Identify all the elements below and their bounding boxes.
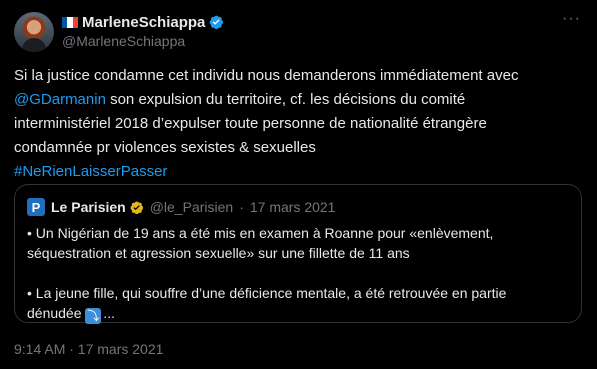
quoted-tweet-header: P Le Parisien @le_Parisien · 17 mars 202… xyxy=(27,197,335,217)
hashtag-link[interactable]: #NeRienLaisserPasser xyxy=(14,163,167,180)
more-dots-icon[interactable]: ··· xyxy=(562,10,581,28)
author-name[interactable]: MarleneSchiappa xyxy=(82,14,205,31)
tweet-line: Si la justice condamne cet individu nous… xyxy=(14,67,519,84)
meta-separator: · xyxy=(239,199,244,215)
quoted-author-handle[interactable]: @le_Parisien xyxy=(150,199,233,215)
arrow-down-emoji-icon: ⤵ xyxy=(85,308,102,324)
author-handle[interactable]: @MarleneSchiappa xyxy=(62,33,224,49)
france-flag-icon xyxy=(62,16,78,28)
quoted-tweet-text: • Un Nigérian de 19 ans a été mis en exa… xyxy=(27,223,567,324)
quoted-line: séquestration et agression sexuelle» sur… xyxy=(27,245,410,261)
ellipsis: ... xyxy=(103,305,116,321)
verified-badge-icon xyxy=(210,15,224,30)
gold-verified-badge-icon xyxy=(130,200,143,214)
tweet-header: MarleneSchiappa @MarleneSchiappa xyxy=(62,12,224,49)
tweet-line: condamnée pr violences sexistes & sexuel… xyxy=(14,139,316,156)
le-parisien-logo-avatar[interactable]: P xyxy=(27,198,45,216)
tweet-line: son expulsion du territoire, cf. les déc… xyxy=(105,91,466,108)
quoted-paragraph-1: • Un Nigérian de 19 ans a été mis en exa… xyxy=(27,223,567,263)
tweet-line: interministériel 2018 d’expulser toute p… xyxy=(14,115,487,132)
author-avatar[interactable] xyxy=(14,12,54,52)
tweet-timestamp[interactable]: 9:14 AM · 17 mars 2021 xyxy=(14,341,163,357)
tweet-text: Si la justice condamne cet individu nous… xyxy=(14,64,584,184)
quoted-paragraph-2: • La jeune fille, qui souffre d’une défi… xyxy=(27,283,567,324)
quoted-line: • Un Nigérian de 19 ans a été mis en exa… xyxy=(27,225,494,241)
quoted-line: • La jeune fille, qui souffre d’une défi… xyxy=(27,285,507,301)
quoted-tweet-card[interactable]: P Le Parisien @le_Parisien · 17 mars 202… xyxy=(14,184,582,324)
mention-link[interactable]: @GDarmanin xyxy=(14,91,106,108)
quoted-line: dénudée xyxy=(27,305,82,321)
quoted-author-name[interactable]: Le Parisien xyxy=(51,199,126,215)
quoted-tweet-date[interactable]: 17 mars 2021 xyxy=(250,199,336,215)
